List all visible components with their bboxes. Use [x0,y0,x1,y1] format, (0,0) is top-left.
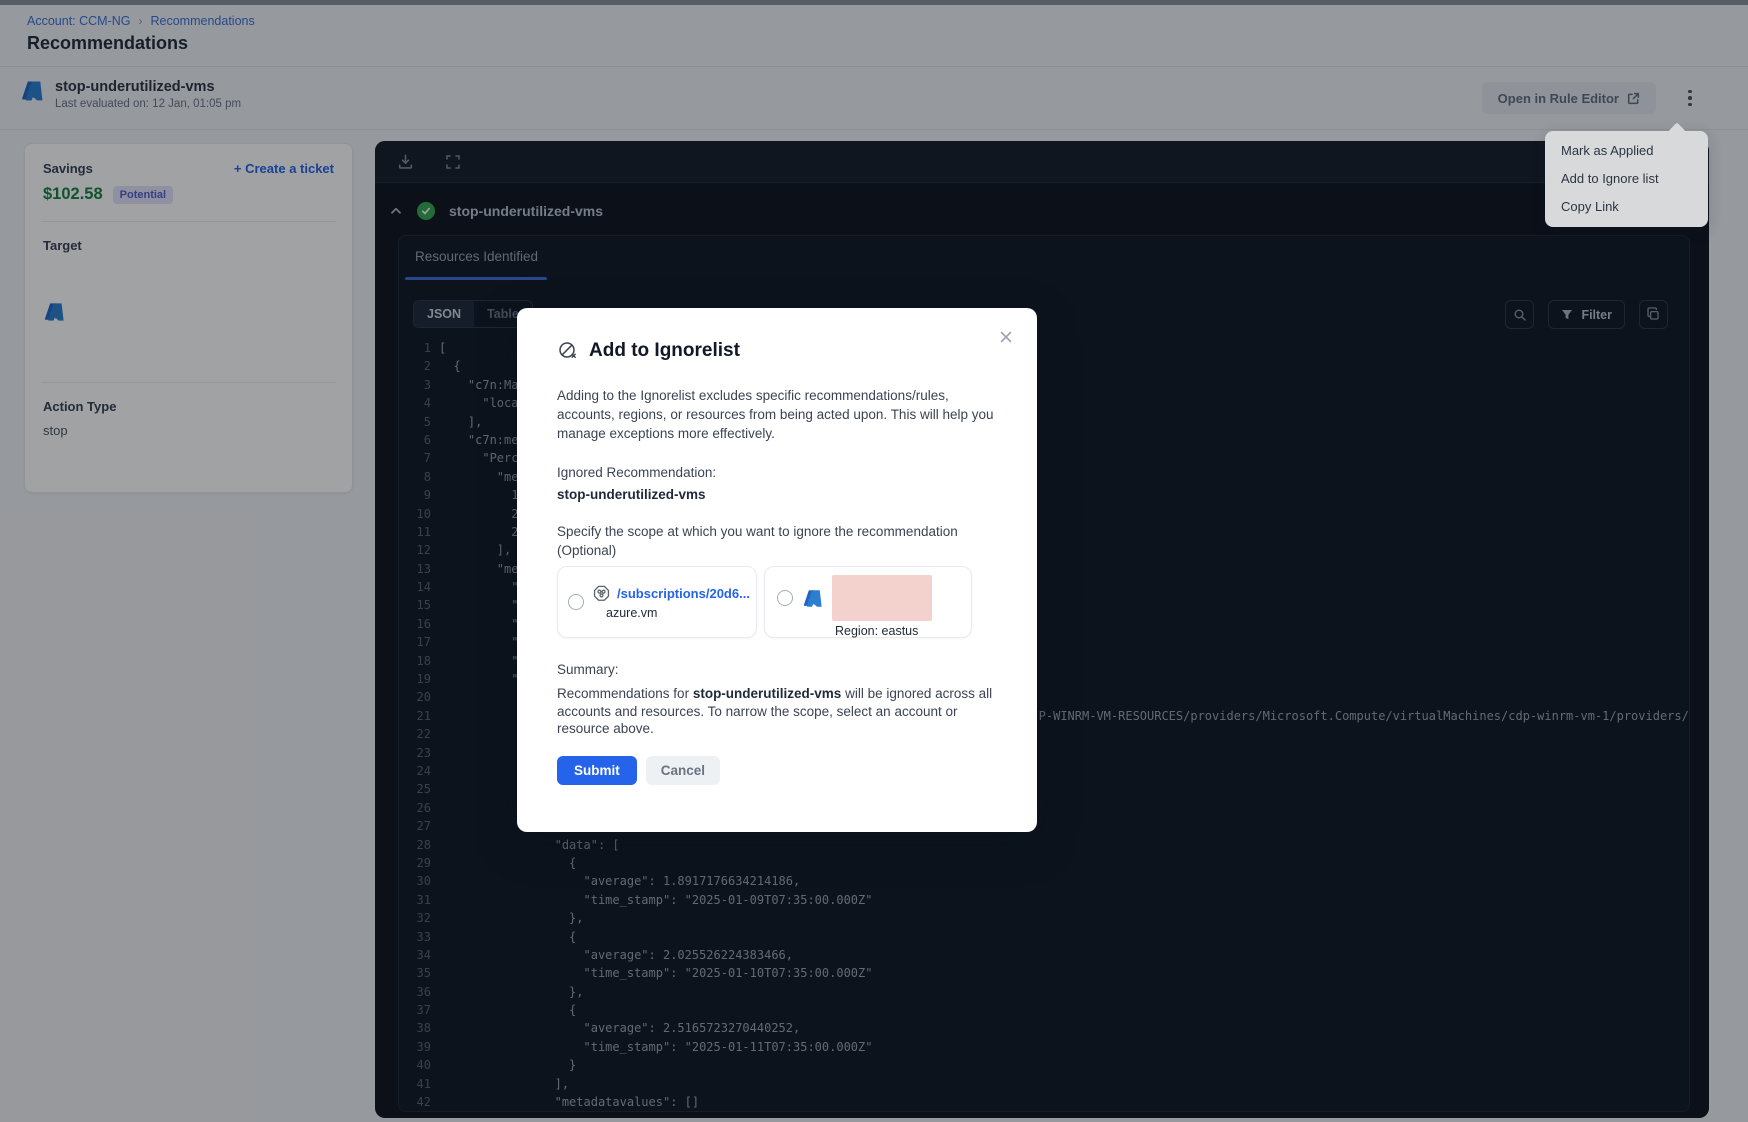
scope-account-radio[interactable] [568,594,584,610]
region-caption: Region: eastus [835,624,963,638]
azure-icon [802,588,823,609]
ignored-recommendation-value: stop-underutilized-vms [557,487,997,502]
account-icon [592,584,611,603]
modal-title: Add to Ignorelist [589,340,740,362]
ignore-icon [557,340,579,362]
subscription-link[interactable]: /subscriptions/20d6... [617,586,750,601]
resource-type-label: azure.vm [606,606,750,620]
scope-option-account[interactable]: /subscriptions/20d6... azure.vm [557,566,757,638]
scope-label: Specify the scope at which you want to i… [557,522,997,560]
scope-resource-radio[interactable] [777,590,793,606]
page: Account: CCM-NG › Recommendations Recomm… [0,0,1748,1122]
modal-description: Adding to the Ignorelist excludes specif… [557,386,997,443]
modal-close-button[interactable] [993,324,1019,350]
summary-label: Summary: [557,662,997,677]
scope-option-resource[interactable]: Region: eastus [764,566,972,638]
add-to-ignorelist-modal: Add to Ignorelist Adding to the Ignoreli… [517,308,1037,832]
submit-button[interactable]: Submit [557,756,637,785]
summary-text: Recommendations for stop-underutilized-v… [557,685,997,738]
cancel-button[interactable]: Cancel [646,756,720,785]
ignored-recommendation-label: Ignored Recommendation: [557,465,997,480]
broken-resource-image [832,575,932,621]
summary-rule-name: stop-underutilized-vms [693,686,842,701]
close-icon [999,330,1013,344]
